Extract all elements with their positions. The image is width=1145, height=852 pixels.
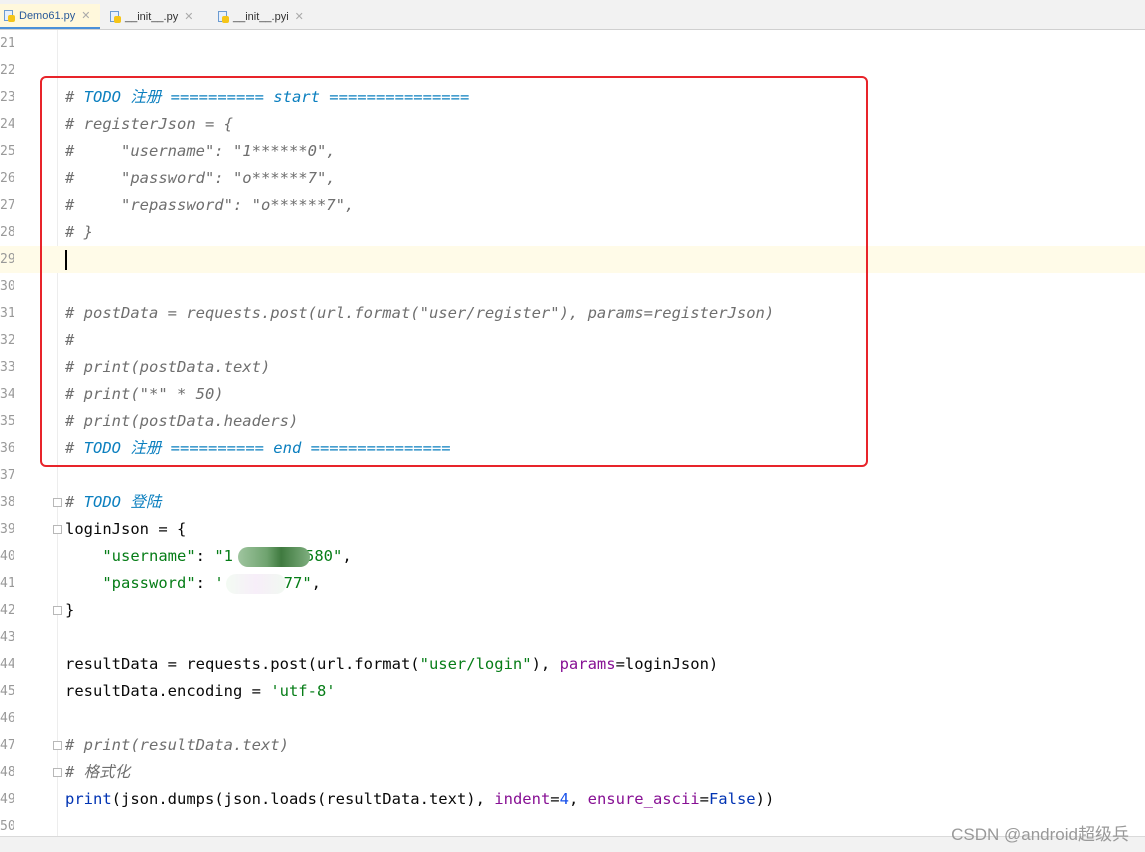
line-number: 49 [0, 792, 14, 807]
code-line: # print(postData.text) [65, 358, 271, 376]
tab-init-py[interactable]: __init__.py ✕ [106, 4, 210, 29]
code-line: # "repassword": "o******7", [65, 196, 355, 214]
line-number: 29 [0, 252, 14, 267]
line-number: 32 [0, 333, 14, 348]
code-line: # postData = requests.post(url.format("u… [65, 304, 775, 322]
tab-init-pyi[interactable]: __init__.pyi ✕ [214, 4, 320, 29]
code-line: # registerJson = { [65, 115, 233, 133]
code-line: # print("*" * 50) [65, 385, 224, 403]
code-line: # TODO 注册 ========== start =============… [65, 88, 470, 106]
line-number: 40 [0, 549, 14, 564]
code-line: # [65, 331, 75, 349]
line-number: 48 [0, 765, 14, 780]
python-file-icon [110, 10, 121, 23]
line-number: 42 [0, 603, 14, 618]
code-line: # print(resultData.text) [65, 736, 289, 754]
close-icon[interactable]: ✕ [295, 10, 304, 23]
line-number: 34 [0, 387, 14, 402]
line-number: 35 [0, 414, 14, 429]
editor-tab-bar: Demo61.py ✕ __init__.py ✕ __init__.pyi ✕ [0, 0, 1145, 30]
line-number: 27 [0, 198, 14, 213]
line-number: 47 [0, 738, 14, 753]
line-number: 41 [0, 576, 14, 591]
python-file-icon [4, 9, 15, 22]
line-number: 22 [0, 63, 14, 78]
code-line: loginJson = { [65, 520, 187, 538]
code-line: # "password": "o******7", [65, 169, 336, 187]
line-number: 30 [0, 279, 14, 294]
code-line: # TODO 登陆 [65, 493, 162, 511]
line-number: 43 [0, 630, 14, 645]
code-editor[interactable]: 21 22 23 # TODO 注册 ========== start ====… [0, 30, 1145, 836]
tab-label: __init__.py [125, 10, 179, 23]
line-number: 44 [0, 657, 14, 672]
code-line: # } [65, 223, 93, 241]
line-number: 36 [0, 441, 14, 456]
line-number: 23 [0, 90, 14, 105]
text-cursor [65, 246, 67, 273]
code-line: # TODO 注册 ========== end =============== [65, 439, 451, 457]
python-file-icon [218, 10, 229, 23]
code-line: # 格式化 [65, 763, 131, 781]
fold-icon[interactable] [53, 498, 62, 507]
code-line: resultData.encoding = 'utf-8' [65, 682, 336, 700]
fold-icon[interactable] [53, 606, 62, 615]
watermark: CSDN @android超级兵 [951, 825, 1129, 844]
line-number: 31 [0, 306, 14, 321]
code-line: print(json.dumps(json.loads(resultData.t… [65, 790, 775, 808]
line-number: 26 [0, 171, 14, 186]
current-line: 29 [0, 246, 1145, 273]
tab-demo61[interactable]: Demo61.py ✕ [0, 4, 100, 29]
redacted-mosaic [226, 574, 286, 594]
line-number: 21 [0, 36, 14, 51]
close-icon[interactable]: ✕ [81, 9, 90, 22]
redacted-mosaic [238, 547, 310, 567]
close-icon[interactable]: ✕ [184, 10, 193, 23]
line-number: 39 [0, 522, 14, 537]
tab-label: __init__.pyi [233, 10, 289, 23]
line-number: 33 [0, 360, 14, 375]
code-line: # print(postData.headers) [65, 412, 299, 430]
code-line: resultData = requests.post(url.format("u… [65, 655, 719, 673]
code-line: # "username": "1******0", [65, 142, 336, 160]
line-number: 24 [0, 117, 14, 132]
fold-icon[interactable] [53, 768, 62, 777]
line-number: 37 [0, 468, 14, 483]
line-number: 25 [0, 144, 14, 159]
line-number: 38 [0, 495, 14, 510]
line-number: 45 [0, 684, 14, 699]
fold-icon[interactable] [53, 741, 62, 750]
code-line: } [65, 601, 75, 619]
fold-icon[interactable] [53, 525, 62, 534]
line-number: 46 [0, 711, 14, 726]
tab-label: Demo61.py [19, 9, 76, 22]
line-number: 28 [0, 225, 14, 240]
